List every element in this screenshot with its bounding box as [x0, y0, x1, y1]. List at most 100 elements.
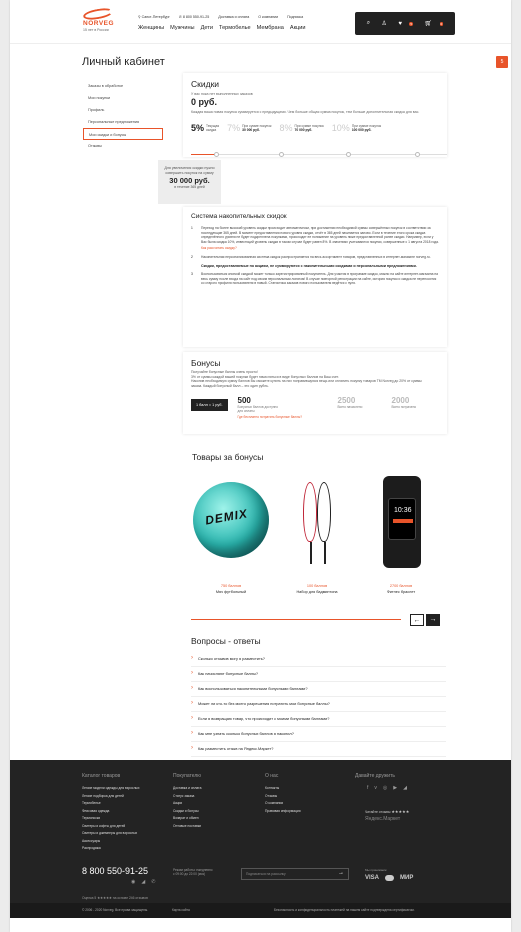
faq-item[interactable]: Может ли кто-то без моего разрешения пот…: [191, 697, 446, 712]
footer-link[interactable]: Контакты: [265, 785, 301, 793]
product-price: 2700 баллов: [389, 584, 413, 588]
product-image[interactable]: 10:36: [361, 472, 441, 572]
faq-item[interactable]: Как разместить отзыв на Яндекс.Маркет?: [191, 742, 446, 757]
cart-icon[interactable]: 🛒︎: [424, 20, 432, 27]
tier-percent: 5%: [191, 123, 205, 133]
fitness-band-image: 10:36: [383, 476, 421, 568]
instagram-icon[interactable]: ◎: [383, 785, 387, 791]
menu-purchases[interactable]: Мои покупки: [83, 92, 163, 104]
footer-link[interactable]: Оптовые поставки: [173, 823, 201, 831]
carousel-progress: [191, 619, 401, 620]
product-image[interactable]: DEMIX: [191, 472, 271, 572]
header-phone[interactable]: ✆ 8 800 550-91-25: [179, 15, 209, 19]
footer-social: Давайте дружить: [355, 773, 395, 785]
sitemap-link[interactable]: Карта сайта: [172, 908, 190, 912]
product-name[interactable]: Фитнес браслет: [361, 590, 441, 594]
item-body: Переход на более высокий уровень скидки …: [201, 226, 439, 251]
footer-link[interactable]: Акции: [173, 800, 201, 808]
item-number: 3: [191, 272, 193, 276]
carousel-prev-button[interactable]: ←: [410, 614, 424, 626]
footer-link[interactable]: Доставка и оплата: [173, 785, 201, 793]
nav-women[interactable]: Женщины: [138, 25, 164, 31]
footer-link[interactable]: Свитеры и джемперы для взрослых: [82, 830, 140, 838]
stars-icon: ★★★★★: [391, 809, 410, 814]
work-hours: Режим работы: ежедневно с 09:00 до 22:00…: [173, 868, 213, 876]
nav-thermal[interactable]: Термобелье: [219, 25, 251, 31]
footer-link[interactable]: Скидки и бонусы: [173, 808, 201, 816]
search-icon[interactable]: ⌕: [367, 20, 370, 27]
footer-link[interactable]: Свитеры и кофты для детей: [82, 823, 140, 831]
youtube-icon[interactable]: ▶: [393, 785, 397, 791]
footer-phone[interactable]: 8 800 550-91-25: [82, 866, 148, 876]
nav-sales[interactable]: Акции: [290, 25, 306, 31]
bonus-earned-value: 2500: [337, 396, 356, 405]
carousel-progress-fill: [191, 619, 401, 620]
mastercard-icon: [385, 875, 395, 881]
item-bold-note: Скидки, предоставляемые по акциям, не су…: [201, 263, 417, 268]
nav-kids[interactable]: Дети: [201, 25, 213, 31]
user-icon[interactable]: ♙: [382, 20, 387, 27]
telegram-icon[interactable]: ◢: [141, 879, 145, 885]
menu-reviews[interactable]: Отзывы: [83, 140, 163, 152]
top-link-subscribe[interactable]: Подписка: [287, 15, 303, 19]
bonus-available: 500 Бонусных баллов доступно для оплаты …: [238, 396, 328, 419]
faq-item[interactable]: Как мне узнать сколько бонусных баллов я…: [191, 727, 446, 742]
next-tier-value: 30 000 руб.: [169, 176, 210, 185]
discounts-note: Каждая ваша новая покупка суммируется с …: [191, 110, 420, 114]
product-image[interactable]: [277, 472, 357, 572]
footer-link[interactable]: Флисовая одежда: [82, 808, 140, 816]
footer-link[interactable]: Аксессуары: [82, 838, 140, 846]
product-card[interactable]: 100 баллов Набор для бадминтона: [277, 472, 357, 594]
faq-item[interactable]: Как воспользоваться накопительными бонус…: [191, 682, 446, 697]
menu-profile[interactable]: Профиль: [83, 104, 163, 116]
menu-offers[interactable]: Персональные предложения: [83, 116, 163, 128]
calc-discount-link[interactable]: Как рассчитать скидку?: [201, 246, 439, 251]
faq-item[interactable]: Если я возвращаю товар, что происходит с…: [191, 712, 446, 727]
product-card[interactable]: 10:36 2700 баллов Фитнес браслет: [361, 472, 441, 594]
nav-men[interactable]: Мужчины: [170, 25, 194, 31]
logo-tagline: 15 лет в России: [83, 28, 109, 32]
favorites-icon[interactable]: ♥: [398, 21, 402, 27]
footer-link[interactable]: Термоноски: [82, 815, 140, 823]
viber-icon[interactable]: ✆: [151, 879, 155, 885]
menu-orders[interactable]: Заказы в обработке: [83, 80, 163, 92]
footer-link[interactable]: Правовая информация: [265, 808, 301, 816]
subscribe-input[interactable]: Подписаться на рассылку →: [241, 868, 349, 880]
footer-link[interactable]: Отзывы: [265, 793, 301, 801]
footer-link[interactable]: Легкие модели одежды для взрослых: [82, 785, 140, 793]
item-number: 2: [191, 254, 193, 259]
footer-link[interactable]: Статус заказа: [173, 793, 201, 801]
yandex-market-widget[interactable]: Читайте отзывы ★★★★★ Яндекс.Маркет: [365, 809, 409, 822]
city-selector[interactable]: ⚲ Санкт-Петербург: [138, 15, 170, 19]
footer-link[interactable]: Термобелье: [82, 800, 140, 808]
spend-bonuses-link[interactable]: Где бесплатно потратить бонусные баллы?: [238, 415, 328, 419]
next-tier-label: Для увеличения скидки нужно совершить пок…: [158, 166, 221, 175]
messenger-icons: ◉ ◢ ✆: [131, 879, 155, 885]
footer-link[interactable]: О компании: [265, 800, 301, 808]
tier-label: При сумме покупок 100 000 руб.: [352, 124, 381, 132]
logo[interactable]: NORVEG 15 лет в России: [82, 6, 115, 32]
nav-membrane[interactable]: Мембрана: [257, 25, 284, 31]
product-name[interactable]: Мяч футбольный: [191, 590, 271, 594]
side-notification-badge[interactable]: 5: [496, 56, 508, 68]
product-card[interactable]: DEMIX 750 баллов Мяч футбольный: [191, 472, 271, 594]
vk-icon[interactable]: v: [374, 785, 377, 791]
footer-link[interactable]: Распродажа: [82, 845, 140, 853]
whatsapp-icon[interactable]: ◉: [131, 879, 135, 885]
bonuses-title: Бонусы: [191, 358, 221, 368]
menu-discounts-bonuses[interactable]: Мои скидки и бонусы: [83, 128, 163, 140]
tier-10: 10% При сумме покупок 100 000 руб.: [332, 123, 381, 133]
facebook-icon[interactable]: f: [367, 785, 368, 791]
progress-marker: [415, 152, 420, 157]
top-link-about[interactable]: О компании: [258, 15, 278, 19]
footer-link[interactable]: Легкие подборка для детей: [82, 793, 140, 801]
arrow-right-icon[interactable]: →: [338, 870, 344, 876]
product-name[interactable]: Набор для бадминтона: [277, 590, 357, 594]
top-link-delivery[interactable]: Доставка и оплата: [218, 15, 249, 19]
ym-brand: Яндекс.Маркет: [365, 816, 401, 822]
faq-item[interactable]: Как начисляют бонусные баллы?: [191, 667, 446, 682]
telegram-icon[interactable]: ◢: [403, 785, 407, 791]
carousel-next-button[interactable]: →: [426, 614, 440, 626]
footer-link[interactable]: Возврат и обмен: [173, 815, 201, 823]
faq-item[interactable]: Сколько отзывов могу я разместить?: [191, 652, 446, 667]
